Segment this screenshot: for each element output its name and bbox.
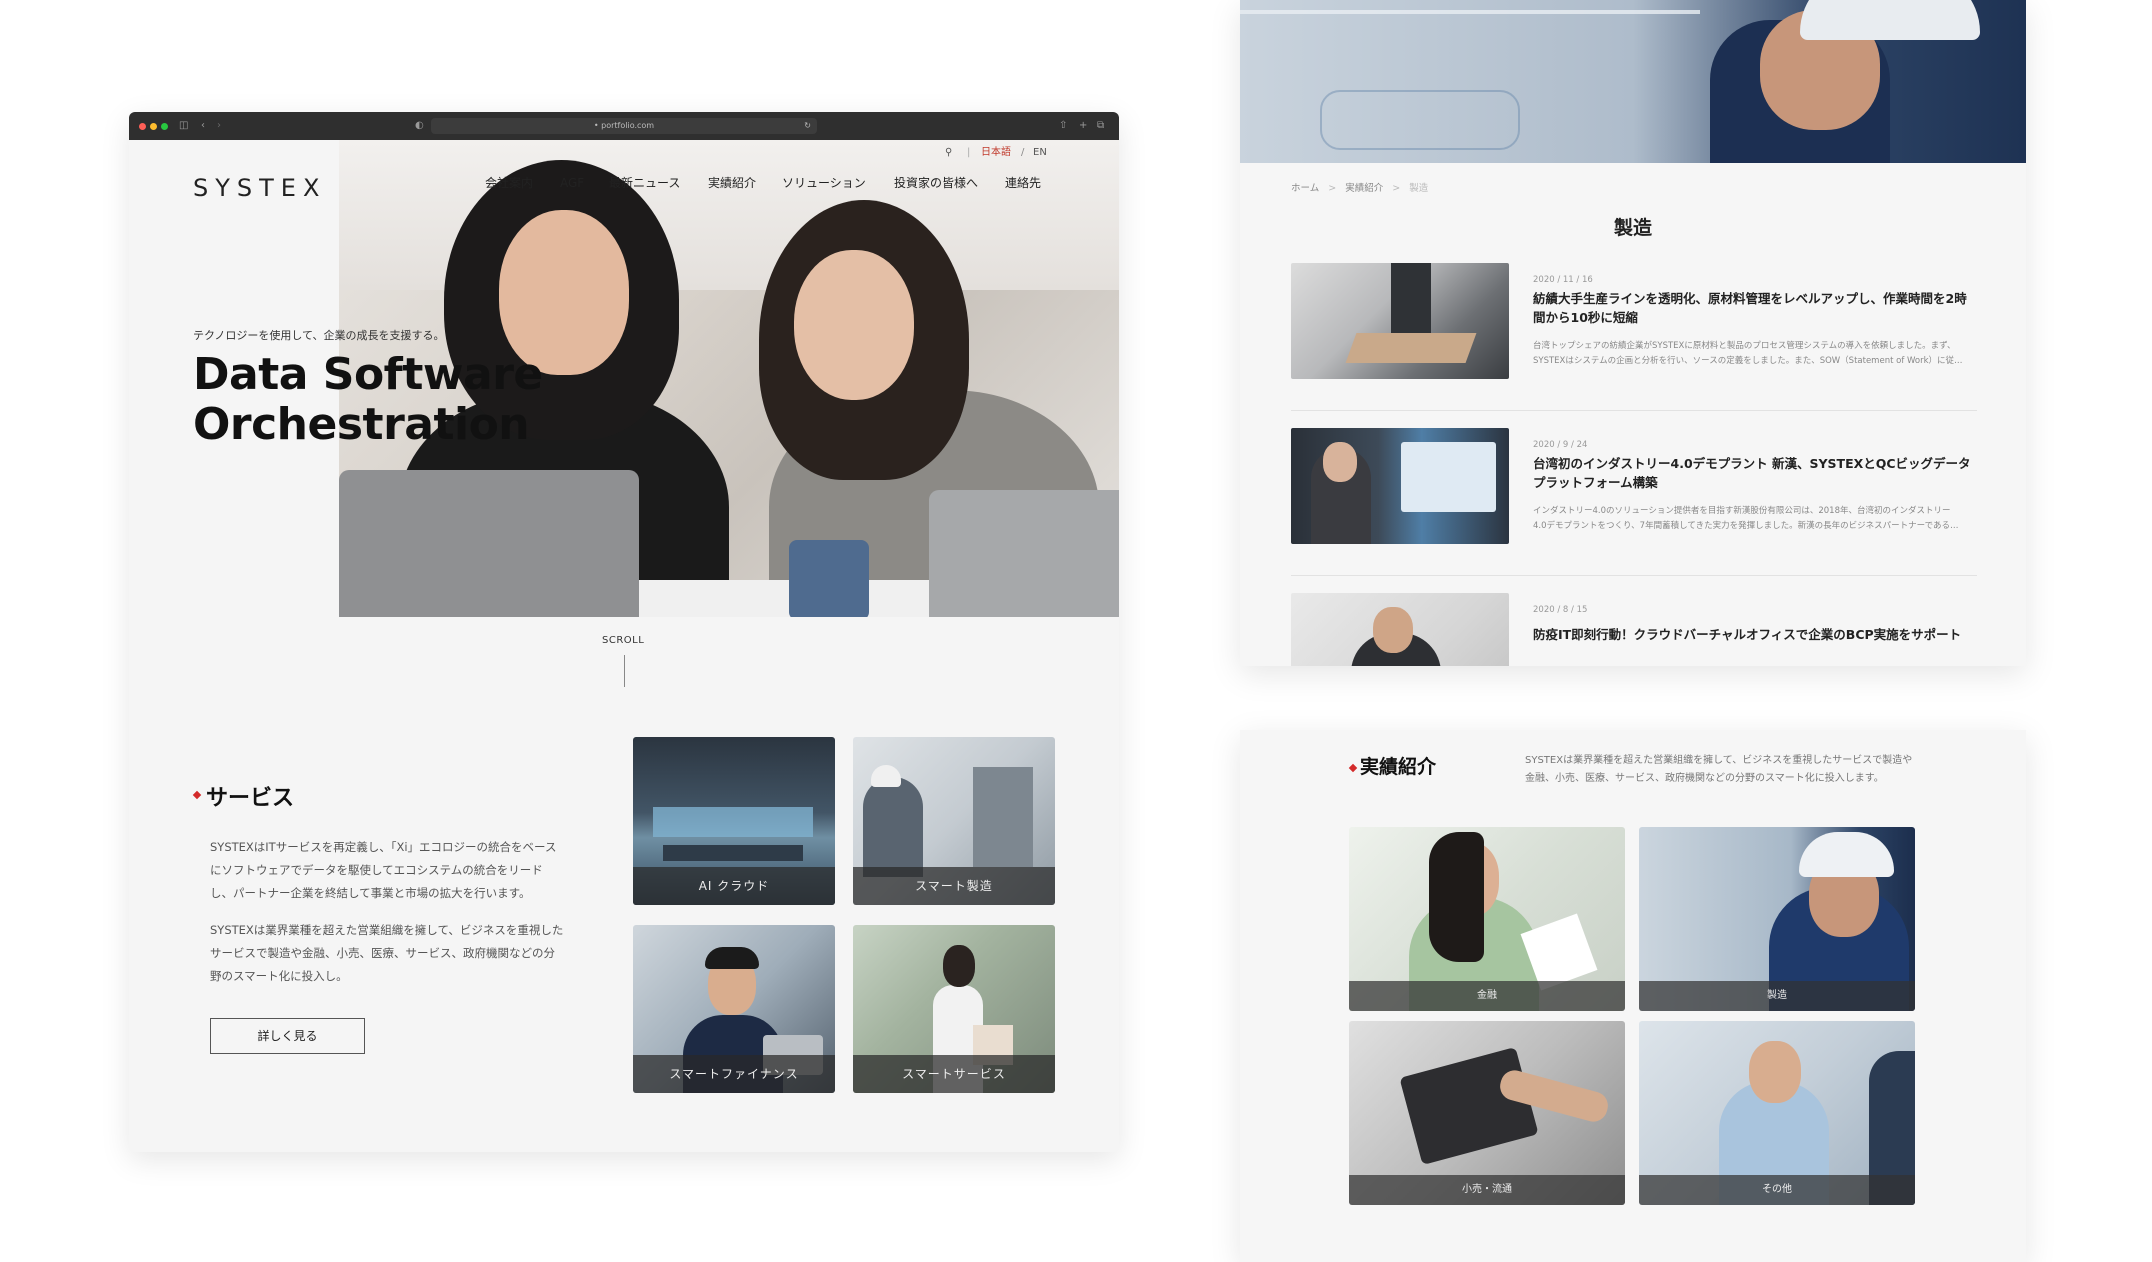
- news-headline[interactable]: 台湾初のインダストリー4.0デモプラント 新漢、SYSTEXとQCビッグデータプ…: [1533, 454, 1973, 492]
- news-item[interactable]: 2020 / 9 / 24 台湾初のインダストリー4.0デモプラント 新漢、SY…: [1291, 428, 1977, 576]
- news-excerpt: SYSTEXはシステムの企画と分析を行い、ソースの定義をしました。また、SOW（…: [1533, 356, 1963, 366]
- url-text: portfolio.com: [601, 121, 655, 130]
- page-title: 製造: [1613, 217, 1652, 239]
- nav-agf[interactable]: AGF: [560, 174, 584, 192]
- nav-news[interactable]: 最新ニュース: [609, 174, 680, 192]
- hero-title-line2: Orchestration: [193, 399, 530, 450]
- lang-english-link[interactable]: EN: [1033, 146, 1047, 160]
- nav-investors[interactable]: 投資家の皆様へ: [894, 174, 978, 192]
- banner-image: [1240, 0, 2026, 163]
- lang-separator: /: [1021, 147, 1025, 158]
- nav-solutions[interactable]: ソリューション: [782, 174, 866, 192]
- forward-arrow-icon[interactable]: ›: [217, 119, 221, 133]
- sidebar-icon[interactable]: ◫: [179, 119, 188, 133]
- services-paragraph-1: SYSTEXはITサービスを再定義し、「Xi」エコロジーの統合をベース にソフト…: [210, 840, 557, 900]
- tile-caption: スマート製造: [853, 867, 1055, 905]
- works-tile-finance[interactable]: 金融: [1349, 827, 1625, 1011]
- nav-company[interactable]: 会社案内: [485, 174, 533, 192]
- service-tile-smart-manufacturing[interactable]: スマート製造: [853, 737, 1055, 905]
- works-tile-retail[interactable]: 小売・流通: [1349, 1021, 1625, 1205]
- address-bar[interactable]: • portfolio.com ↻: [431, 118, 817, 134]
- works-manufacturing-page: ホーム > 実績紹介 > 製造 製造 2020 / 11 / 16 紡績大手生産…: [1240, 0, 2026, 666]
- maximize-window-icon[interactable]: [161, 123, 168, 130]
- tile-caption: 製造: [1639, 981, 1915, 1011]
- news-date: 2020 / 8 / 15: [1533, 605, 1588, 615]
- breadcrumb-separator: >: [1328, 183, 1337, 194]
- scroll-indicator-label[interactable]: SCROLL: [602, 635, 644, 646]
- news-thumbnail: [1291, 593, 1509, 666]
- service-tile-ai-cloud[interactable]: AI クラウド: [633, 737, 835, 905]
- service-tile-smart-finance[interactable]: スマートファイナンス: [633, 925, 835, 1093]
- news-thumbnail: [1291, 263, 1509, 379]
- news-headline[interactable]: 防疫IT即刻行動！クラウドバーチャルオフィスで企業のBCP実施をサポート: [1533, 625, 1973, 644]
- tile-caption: 金融: [1349, 981, 1625, 1011]
- news-item[interactable]: 2020 / 11 / 16 紡績大手生産ラインを透明化、原材料管理をレベルアッ…: [1291, 263, 1977, 411]
- learn-more-button[interactable]: 詳しく見る: [210, 1018, 365, 1054]
- tabs-overview-icon[interactable]: ⧉: [1097, 119, 1104, 133]
- breadcrumb-works[interactable]: 実績紹介: [1345, 183, 1383, 194]
- privacy-shield-icon: ◐: [415, 120, 424, 131]
- news-date: 2020 / 9 / 24: [1533, 440, 1588, 450]
- breadcrumb-separator: >: [1392, 183, 1401, 194]
- works-description: SYSTEXは業界業種を超えた営業組織を擁して、ビジネスを重視したサービスで製造…: [1525, 755, 1913, 784]
- hero-subtitle: テクノロジーを使用して、企業の成長を支援する。: [193, 329, 445, 342]
- news-date: 2020 / 11 / 16: [1533, 275, 1593, 285]
- minimize-window-icon[interactable]: [150, 123, 157, 130]
- search-icon[interactable]: ⚲: [945, 146, 952, 160]
- section-marker-icon: [1348, 763, 1358, 773]
- scroll-indicator-line: [624, 655, 625, 687]
- section-marker-icon: [192, 790, 202, 800]
- hero-title-line1: Data Software: [193, 349, 543, 400]
- nav-contact[interactable]: 連絡先: [1005, 174, 1041, 192]
- hero-title: Data Software Orchestration: [193, 350, 543, 450]
- works-tile-other[interactable]: その他: [1639, 1021, 1915, 1205]
- tile-caption: スマートファイナンス: [633, 1055, 835, 1093]
- breadcrumb-home[interactable]: ホーム: [1291, 183, 1319, 194]
- site-logo[interactable]: SYSTEX: [193, 174, 326, 202]
- news-excerpt: インダストリー4.0のソリューション提供者を目指す新漢股份有限公司は、2018年…: [1533, 506, 1951, 516]
- news-headline[interactable]: 紡績大手生産ラインを透明化、原材料管理をレベルアップし、作業時間を2時間から10…: [1533, 289, 1973, 327]
- news-excerpt: 台湾トップシェアの紡績企業がSYSTEXに原材料と製品のプロセス管理システムの導…: [1533, 341, 1956, 351]
- services-paragraph-2: SYSTEXは業界業種を超えた営業組織を擁して、ビジネスを重視した サービスで製…: [210, 923, 564, 983]
- close-window-icon[interactable]: [139, 123, 146, 130]
- reload-icon[interactable]: ↻: [804, 118, 811, 134]
- service-tile-smart-service[interactable]: スマートサービス: [853, 925, 1055, 1093]
- lang-divider: |: [967, 147, 971, 158]
- share-icon[interactable]: ⇧: [1059, 119, 1067, 133]
- news-thumbnail: [1291, 428, 1509, 544]
- landing-page-mockup: ◫ ‹ › ◐ • portfolio.com ↻ ⇧ + ⧉ ⚲ | 日本語 …: [129, 112, 1119, 1152]
- lang-japanese-link[interactable]: 日本語: [981, 146, 1011, 160]
- tile-caption: スマートサービス: [853, 1055, 1055, 1093]
- breadcrumb-current: 製造: [1409, 183, 1429, 194]
- tile-caption: AI クラウド: [633, 867, 835, 905]
- services-title: サービス: [206, 786, 295, 811]
- breadcrumb: ホーム > 実績紹介 > 製造: [1291, 180, 1428, 194]
- tile-caption: 小売・流通: [1349, 1175, 1625, 1205]
- nav-works[interactable]: 実績紹介: [708, 174, 756, 192]
- news-item[interactable]: 2020 / 8 / 15 防疫IT即刻行動！クラウドバーチャルオフィスで企業の…: [1291, 593, 1977, 666]
- news-excerpt: 4.0デモプラントをつくり、7年間蓄積してきた実力を発揮しました。新漢の長年のビ…: [1533, 521, 1959, 531]
- works-section: 実績紹介 SYSTEXは業界業種を超えた営業組織を擁して、ビジネスを重視したサー…: [1240, 730, 2026, 1262]
- works-tile-manufacturing[interactable]: 製造: [1639, 827, 1915, 1011]
- tile-caption: その他: [1639, 1175, 1915, 1205]
- back-arrow-icon[interactable]: ‹: [201, 119, 205, 133]
- browser-toolbar: ◫ ‹ › ◐ • portfolio.com ↻ ⇧ + ⧉: [129, 112, 1119, 140]
- new-tab-icon[interactable]: +: [1079, 119, 1087, 133]
- works-title: 実績紹介: [1360, 756, 1437, 778]
